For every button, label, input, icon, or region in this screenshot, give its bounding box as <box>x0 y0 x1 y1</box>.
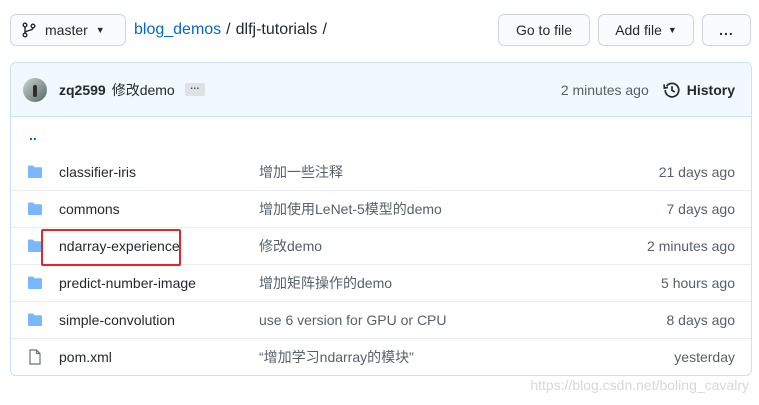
branch-label: master <box>45 22 88 38</box>
watermark: https://blog.csdn.net/boling_cavalry <box>530 377 749 393</box>
commit-time: 2 minutes ago <box>560 82 649 98</box>
parent-directory-row[interactable]: .. <box>11 117 751 153</box>
file-age: 7 days ago <box>666 201 736 217</box>
file-row[interactable]: classifier-iris 增加一些注释 21 days ago <box>11 153 751 190</box>
file-name-link[interactable]: simple-convolution <box>59 312 259 328</box>
file-row[interactable]: predict-number-image 增加矩阵操作的demo 5 hours a… <box>11 264 751 301</box>
more-options-button[interactable]: ... <box>702 14 751 46</box>
file-age: 21 days ago <box>658 163 735 180</box>
file-name-link[interactable]: classifier-iris <box>59 164 259 180</box>
file-browser: zq2599 修改demo … 2 minutes ago History ..… <box>10 62 752 376</box>
caret-down-icon: ▼ <box>95 25 105 35</box>
commit-author[interactable]: zq2599 <box>59 82 106 98</box>
breadcrumb-separator: / <box>322 21 327 38</box>
file-name-link[interactable]: pom.xml <box>59 349 259 365</box>
file-name-link[interactable]: commons <box>59 201 259 217</box>
add-file-label: Add file <box>615 22 662 38</box>
file-commit-message[interactable]: 增加使用LeNet-5模型的demo <box>259 199 442 219</box>
file-commit-message[interactable]: “增加学习ndarray的模块” <box>259 347 414 367</box>
file-age: 8 days ago <box>666 312 736 328</box>
go-to-file-button[interactable]: Go to file <box>498 14 590 46</box>
file-commit-message[interactable]: 增加矩阵操作的demo <box>259 273 392 293</box>
branch-select-button[interactable]: master ▼ <box>10 14 126 46</box>
file-commit-message[interactable]: use 6 version for GPU or CPU <box>259 312 447 328</box>
parent-directory-link[interactable]: .. <box>27 127 37 143</box>
breadcrumb-separator: / <box>226 21 231 38</box>
caret-down-icon: ▼ <box>667 25 677 35</box>
folder-icon <box>27 275 43 291</box>
file-name-link[interactable]: predict-number-image <box>59 275 259 291</box>
expand-commit-button[interactable]: … <box>184 82 205 96</box>
commit-message[interactable]: 修改demo <box>112 80 175 100</box>
file-age: 5 hours ago <box>661 275 735 291</box>
latest-commit-bar: zq2599 修改demo … 2 minutes ago History <box>11 63 751 117</box>
file-commit-message[interactable]: 修改demo <box>259 236 322 256</box>
history-icon <box>663 82 680 98</box>
breadcrumb-current-dir: dlfj-tutorials <box>235 21 318 38</box>
avatar[interactable] <box>23 77 47 102</box>
toolbar-actions: Go to file Add file ▼ ... <box>498 14 751 46</box>
history-link[interactable]: History <box>687 82 735 98</box>
file-age: 2 minutes ago <box>647 238 735 254</box>
folder-icon <box>27 238 43 254</box>
folder-icon <box>27 164 43 180</box>
commit-meta: 2 minutes ago History <box>561 63 735 117</box>
file-row[interactable]: simple-convolution use 6 version for GPU … <box>11 301 751 338</box>
breadcrumb-repo-link[interactable]: blog_demos <box>134 21 221 39</box>
file-list: classifier-iris 增加一些注释 21 days ago commons 增… <box>11 153 751 375</box>
folder-icon <box>27 312 43 328</box>
git-branch-icon <box>22 22 36 38</box>
add-file-button[interactable]: Add file ▼ <box>598 14 694 46</box>
file-icon <box>27 349 43 365</box>
file-name-link[interactable]: ndarray-experience <box>59 238 259 254</box>
file-row[interactable]: ndarray-experience 修改demo 2 minutes ago <box>11 227 751 264</box>
breadcrumb: blog_demos / dlfj-tutorials / <box>134 21 332 39</box>
file-row[interactable]: pom.xml “增加学习ndarray的模块” yesterday <box>11 338 751 375</box>
repo-toolbar: master ▼ blog_demos / dlfj-tutorials / G… <box>10 14 751 46</box>
file-commit-message[interactable]: 增加一些注释 <box>259 162 343 182</box>
folder-icon <box>27 201 43 217</box>
file-age: yesterday <box>674 349 735 365</box>
file-row[interactable]: commons 增加使用LeNet-5模型的demo 7 days ago <box>11 190 751 227</box>
